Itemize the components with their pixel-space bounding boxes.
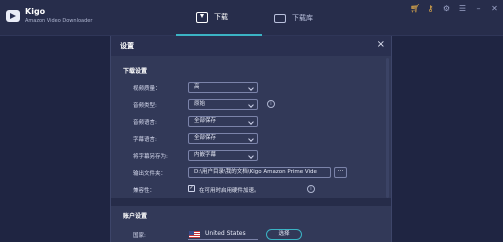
tab-library[interactable]: 下载库	[268, 0, 313, 36]
us-flag-icon	[189, 231, 200, 238]
compatibility-label: 兼容性：	[133, 188, 156, 194]
app-subtitle: Amazon Video Downloader	[25, 18, 93, 24]
country-label: 国家:	[133, 233, 146, 239]
audio-type-row: 音频类型: 原始 i	[111, 99, 391, 111]
key-icon[interactable]: ⚷	[426, 4, 435, 13]
app-name: Kigo	[25, 7, 46, 16]
download-icon	[196, 11, 208, 23]
window-controls: 🛒︎ ⚷ ⚙ ☰ – ✕	[410, 4, 499, 13]
tab-download[interactable]: 下载	[176, 0, 262, 36]
audio-language-label: 音频语言:	[133, 120, 157, 126]
cart-icon[interactable]: 🛒︎	[410, 4, 420, 13]
video-quality-select[interactable]: 高	[188, 82, 258, 93]
scrollbar[interactable]	[386, 58, 389, 198]
country-row: 国家: United States 选择	[111, 229, 391, 241]
audio-type-select[interactable]: 原始	[188, 99, 258, 110]
top-bar: Kigo Amazon Video Downloader 下载 下载库 🛒︎ ⚷…	[0, 0, 503, 36]
settings-dialog: 设置 × 下载设置 视频质量： 高 音频类型: 原始 i 音频语言: 全部保存 …	[110, 36, 392, 242]
tab-download-label: 下载	[214, 13, 228, 21]
monitor-icon	[274, 13, 286, 23]
info-icon[interactable]: i	[307, 185, 315, 193]
subtitle-language-row: 字幕语言: 全部保存	[111, 133, 391, 145]
audio-language-select[interactable]: 全部保存	[188, 116, 258, 127]
tab-library-label: 下载库	[292, 14, 313, 22]
app-logo-icon	[6, 10, 20, 22]
subtitle-language-label: 字幕语言:	[133, 137, 157, 143]
audio-type-label: 音频类型:	[133, 103, 157, 109]
browse-button[interactable]: ···	[334, 167, 347, 178]
dialog-close-icon[interactable]: ×	[377, 39, 385, 50]
audio-language-row: 音频语言: 全部保存	[111, 116, 391, 128]
menu-icon[interactable]: ☰	[458, 4, 467, 13]
hardware-accel-checkbox[interactable]: ✓	[188, 185, 195, 192]
select-country-button[interactable]: 选择	[266, 229, 302, 240]
dialog-title: 设置	[120, 42, 134, 50]
account-settings-title: 账户设置	[123, 213, 148, 220]
gear-icon[interactable]: ⚙	[442, 4, 451, 13]
info-icon[interactable]: i	[267, 100, 275, 108]
country-value: United States	[205, 230, 246, 237]
download-settings-title: 下载设置	[123, 68, 148, 75]
close-icon[interactable]: ✕	[490, 4, 499, 13]
hardware-accel-text: 在可用时启用硬件加速。	[199, 188, 260, 194]
output-folder-input[interactable]: D:\用户目录\我的文档\Kigo Amazon Prime Vide	[188, 167, 331, 178]
save-subtitle-select[interactable]: 内嵌字幕	[188, 150, 258, 161]
output-folder-label: 输出文件夹：	[133, 171, 167, 177]
country-select[interactable]: United States	[188, 229, 258, 240]
minimize-icon[interactable]: –	[474, 4, 483, 13]
compatibility-row: 兼容性： ✓ 在可用时启用硬件加速。 i	[111, 184, 391, 196]
save-subtitle-row: 将字幕另存为: 内嵌字幕	[111, 150, 391, 162]
section-divider	[111, 198, 391, 206]
output-folder-row: 输出文件夹： D:\用户目录\我的文档\Kigo Amazon Prime Vi…	[111, 167, 391, 179]
save-subtitle-label: 将字幕另存为:	[133, 154, 168, 160]
subtitle-language-select[interactable]: 全部保存	[188, 133, 258, 144]
dialog-header: 设置 ×	[111, 36, 391, 56]
video-quality-label: 视频质量：	[133, 86, 161, 92]
video-quality-row: 视频质量： 高	[111, 82, 391, 94]
